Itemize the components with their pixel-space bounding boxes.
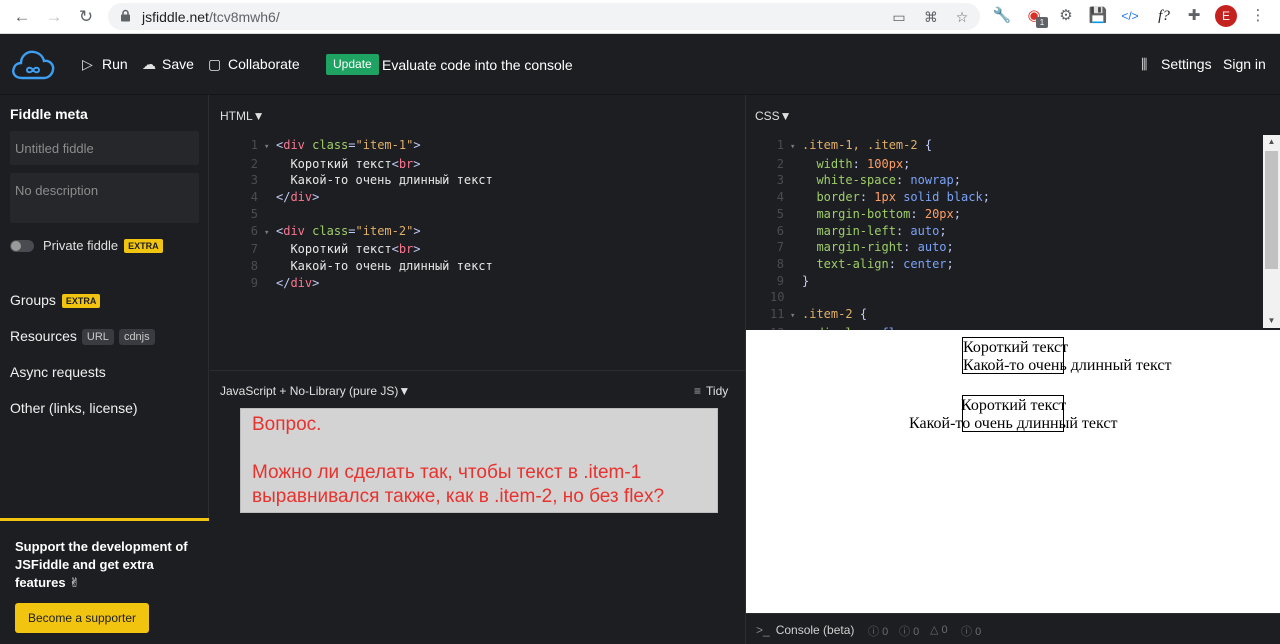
console-count-warn: △ 0: [930, 624, 948, 636]
play-icon: ▷: [82, 56, 93, 72]
result-panel: Короткий текст Какой-то очень длинный те…: [746, 330, 1280, 613]
address-bar[interactable]: jsfiddle.net/tcv8mwh6/ ▭ ⌘ ☆: [108, 3, 980, 30]
extra-badge: EXTRA: [124, 239, 163, 253]
lock-icon: [120, 9, 134, 24]
app-header: ▷ Run ☁ Save ▢ Collaborate Update Evaluate …: [0, 34, 1280, 95]
css-editor[interactable]: 1 ▾ .item-1, .item-2 { 2 width: 100px; 3 w…: [770, 137, 990, 330]
puzzle-icon[interactable]: ✚: [1184, 6, 1204, 26]
settings-button[interactable]: ⫼ Settings: [1141, 56, 1212, 73]
forward-icon[interactable]: →: [44, 7, 64, 27]
translate-icon[interactable]: ⌘: [922, 8, 940, 26]
css-panel-label[interactable]: CSS▼: [755, 109, 792, 123]
js-comment-box[interactable]: Вопрос. Можно ли сделать так, чтобы текс…: [240, 408, 718, 513]
browser-toolbar: ← → ↻ jsfiddle.net/tcv8mwh6/ ▭ ⌘ ☆ 🔧 ◉ 1…: [0, 0, 1280, 34]
cloud-upload-icon: ☁: [142, 56, 156, 72]
title-input[interactable]: Untitled fiddle: [10, 131, 199, 165]
html-editor[interactable]: 1 ▾ <div class="item-1"> 2 Короткий текст<…: [244, 137, 493, 291]
item-2-line-1: Короткий текст: [961, 397, 1067, 414]
floppy-icon[interactable]: 💾: [1088, 6, 1108, 26]
item-1-line-2: Какой-то очень длинный текст: [963, 357, 1172, 374]
scroll-up-icon[interactable]: ▲: [1263, 135, 1280, 149]
support-text: Support the development of JSFiddle and …: [15, 539, 188, 590]
private-toggle[interactable]: [10, 240, 34, 252]
console-bar[interactable]: >_ Console (beta) ⓘ 0 ⓘ 0 △ 0 ⓘ 0: [746, 613, 1280, 644]
become-supporter-button[interactable]: Become a supporter: [15, 603, 149, 633]
reload-icon[interactable]: ↻: [76, 7, 96, 27]
save-button[interactable]: ☁ Save: [142, 56, 194, 73]
fiddle-meta-title: Fiddle meta: [10, 106, 88, 122]
code-icon[interactable]: </>: [1120, 6, 1140, 26]
sidebar: Fiddle meta Untitled fiddle No descripti…: [0, 95, 209, 644]
update-badge[interactable]: Update: [326, 54, 379, 75]
menu-icon[interactable]: ⋮: [1248, 6, 1268, 26]
wrench-icon[interactable]: 🔧: [992, 6, 1012, 26]
jsfiddle-logo-icon[interactable]: [10, 48, 56, 82]
support-box: Support the development of JSFiddle and …: [0, 518, 209, 644]
console-count-info: ⓘ 0: [899, 626, 920, 638]
avatar[interactable]: E: [1215, 5, 1237, 27]
tidy-button[interactable]: ≡ Tidy: [694, 384, 728, 398]
css-scrollbar[interactable]: ▲ ▼: [1263, 135, 1280, 328]
sliders-icon: ⫼: [1141, 56, 1148, 72]
lines-icon: ≡: [694, 384, 702, 398]
function-icon[interactable]: f?: [1152, 6, 1176, 26]
sidebar-item-async[interactable]: Async requests: [10, 364, 106, 380]
update-text: Evaluate code into the console: [382, 57, 573, 73]
scrollbar-thumb[interactable]: [1265, 151, 1278, 269]
scroll-down-icon[interactable]: ▼: [1263, 314, 1280, 328]
sidebar-item-other[interactable]: Other (links, license): [10, 400, 138, 416]
console-count-error: ⓘ 0: [961, 626, 982, 638]
html-panel: HTML▼ 1 ▾ <div class="item-1"> 2 Короткий …: [210, 95, 745, 370]
description-input[interactable]: No description: [10, 173, 199, 223]
js-panel-label[interactable]: JavaScript + No-Library (pure JS)▼: [220, 384, 410, 398]
item-1-line-1: Короткий текст: [963, 339, 1069, 356]
terminal-icon: >_: [756, 623, 770, 637]
sign-in-link[interactable]: Sign in: [1223, 56, 1266, 72]
cdnjs-tag[interactable]: cdnjs: [118, 329, 155, 345]
item-2-line-2: Какой-то очень длинный текст: [909, 415, 1118, 432]
collaborate-button[interactable]: ▢ Collaborate: [208, 56, 300, 73]
html-panel-label[interactable]: HTML▼: [220, 109, 265, 123]
console-count-log: ⓘ 0: [868, 626, 889, 638]
console-label[interactable]: >_ Console (beta): [756, 623, 854, 637]
back-icon[interactable]: ←: [12, 7, 32, 27]
url-text: jsfiddle.net/tcv8mwh6/: [142, 9, 280, 25]
star-icon[interactable]: ☆: [953, 8, 971, 26]
extra-badge: EXTRA: [61, 294, 101, 308]
question-text: Вопрос. Можно ли сделать так, чтобы текс…: [252, 414, 665, 507]
private-fiddle-label: Private fiddle EXTRA: [43, 238, 163, 253]
css-panel: CSS▼ 1 ▾ .item-1, .item-2 { 2 width: 100px…: [746, 95, 1280, 330]
chat-icon: ▢: [208, 56, 222, 72]
extension-badge: 1: [1036, 17, 1048, 28]
cast-icon[interactable]: ▭: [890, 8, 908, 26]
gear-icon[interactable]: ⚙: [1056, 6, 1076, 26]
sidebar-item-resources[interactable]: Resources URL cdnjs: [10, 328, 155, 345]
url-tag[interactable]: URL: [81, 329, 114, 345]
run-button[interactable]: ▷ Run: [82, 56, 128, 73]
sidebar-item-groups[interactable]: Groups EXTRA: [10, 292, 101, 308]
